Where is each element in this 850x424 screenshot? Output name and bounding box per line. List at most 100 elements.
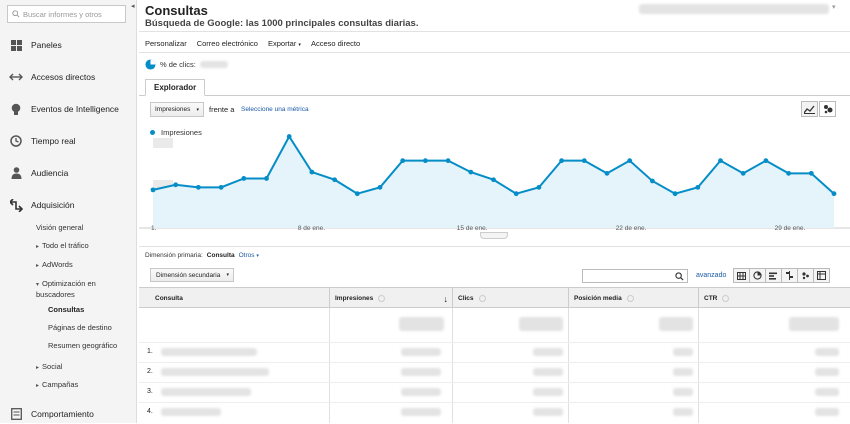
chart-data-point[interactable] [286,134,292,139]
chart-data-point[interactable] [218,184,224,190]
sidebar-item-dashboards[interactable]: Paneles [0,35,137,55]
help-icon[interactable] [626,295,634,302]
tab-explorer[interactable]: Explorador [145,79,206,96]
primary-dimension-value[interactable]: Consulta [207,252,235,259]
column-header-avg-position[interactable]: Posición media [568,288,698,309]
sidebar-sub-label: Social [42,362,63,371]
help-icon[interactable] [478,295,486,302]
chart-data-point[interactable] [672,191,678,197]
column-header-ctr[interactable]: CTR [698,288,850,309]
sidebar-item-label: Comportamiento [31,409,94,419]
chart-data-point[interactable] [536,184,542,190]
chart-data-point[interactable] [695,184,701,190]
query-text-blurred[interactable] [161,368,269,376]
help-icon[interactable] [378,295,386,302]
sidebar-item-intelligence[interactable]: Eventos de Intelligence [0,99,137,119]
chart-data-point[interactable] [196,184,201,190]
chart-data-point[interactable] [763,158,769,164]
chart-data-point[interactable] [264,176,269,181]
sidebar-item-behavior[interactable]: Comportamiento [0,404,137,424]
sidebar-sub-label: Optimización en buscadores [36,279,96,299]
sidebar-sub-adwords[interactable]: ▸ AdWords [36,260,73,269]
other-dimensions-link[interactable]: Otros ▾ [239,252,259,259]
query-text-blurred[interactable] [161,388,251,396]
sidebar-sub-seo[interactable]: ▾ Optimización en buscadores [36,279,116,300]
chevron-down-icon: ▾ [298,42,301,48]
chart-data-point[interactable] [808,170,814,176]
chart-data-point[interactable] [332,177,337,183]
chart-data-point[interactable] [740,170,746,176]
column-header-impressions[interactable]: Impresiones ↓ [329,288,452,309]
chart-data-point[interactable] [627,158,633,164]
sidebar-sub-landing-pages[interactable]: Páginas de destino [48,323,112,332]
caret-right-icon: ▸ [36,263,40,269]
query-text-blurred[interactable] [161,408,221,416]
column-header-label: Consulta [155,295,183,302]
table-view-data-button[interactable] [733,268,750,283]
chart-data-point[interactable] [241,176,247,181]
chart-data-point[interactable] [173,182,179,188]
sidebar-sub-geo-summary[interactable]: Resumen geográfico [48,341,117,350]
sidebar-sub-campaigns[interactable]: ▸ Campañas [36,380,78,389]
advanced-filter-link[interactable]: avanzado [696,272,726,279]
table-view-comparison-button[interactable] [781,268,798,283]
date-range-dropdown-icon[interactable]: ▾ [832,3,836,11]
chart-data-point[interactable] [581,158,587,164]
table-view-pivot-button[interactable] [813,268,830,283]
motion-chart-view-button[interactable] [819,101,836,117]
vs-label: frente a [209,105,235,114]
chart-data-point[interactable] [604,170,610,176]
chart-data-point[interactable] [423,158,428,164]
sidebar-item-acquisition[interactable]: Adquisición [0,195,137,215]
behavior-page-icon [9,407,23,421]
chart-data-point[interactable] [559,158,564,164]
help-icon[interactable] [722,295,730,302]
chart-data-point[interactable] [309,169,315,175]
chart-data-point[interactable] [445,158,451,164]
sidebar-sub-queries[interactable]: Consultas [48,305,84,314]
table-view-performance-button[interactable] [765,268,782,283]
query-text-blurred[interactable] [161,348,257,356]
chart-data-point[interactable] [650,178,655,184]
shortcut-button[interactable]: Acceso directo [311,39,360,48]
sidebar-sub-overview[interactable]: Visión general [36,223,83,232]
secondary-dimension-select[interactable]: Dimensión secundaria ▾ [150,268,234,282]
chart-data-point[interactable] [354,191,360,197]
sidebar-item-shortcuts[interactable]: Accesos directos [0,67,137,87]
table-search-button[interactable] [671,270,687,282]
email-button[interactable]: Correo electrónico [197,39,258,48]
sidebar-item-audience[interactable]: Audiencia [0,163,137,183]
date-range-blurred[interactable] [639,4,829,14]
chart-data-point[interactable] [400,158,406,164]
chart-data-point[interactable] [786,170,791,176]
segment-indicator[interactable]: % de clics: [145,59,228,70]
sidebar-sub-social[interactable]: ▸ Social [36,362,62,371]
chart-data-point[interactable] [491,177,496,183]
export-button[interactable]: Exportar ▾ [268,39,301,48]
sidebar-sub-all-traffic[interactable]: ▸ Todo el tráfico [36,241,89,250]
person-icon [9,166,23,180]
segment-value-blurred [199,61,228,68]
chart-data-point[interactable] [377,184,383,190]
column-header-clicks[interactable]: Clics [452,288,568,309]
chart-data-point[interactable] [831,191,837,197]
chart-data-point[interactable] [718,158,723,164]
column-header-query[interactable]: Consulta [139,288,329,309]
chart-data-point[interactable] [513,191,519,197]
metric-select[interactable]: Impresiones ▾ [150,102,204,117]
chart-resize-handle[interactable] [480,232,508,239]
table-view-percentage-button[interactable] [749,268,766,283]
impressions-chart[interactable] [139,120,850,232]
cell-blurred [815,348,839,356]
chart-data-point[interactable] [468,169,474,175]
compare-metric-link[interactable]: Seleccione una métrica [241,106,309,113]
collapse-sidebar-icon[interactable]: ◂ [131,2,135,10]
table-view-term-cloud-button[interactable] [797,268,814,283]
line-chart-view-button[interactable] [801,101,818,117]
customize-button[interactable]: Personalizar [145,39,187,48]
sidebar-search-input[interactable]: Buscar informes y otros [7,5,126,23]
grid-icon [737,271,746,280]
row-number: 1. [147,348,153,355]
sidebar-item-realtime[interactable]: Tiempo real [0,131,137,151]
chart-data-point[interactable] [150,187,156,193]
